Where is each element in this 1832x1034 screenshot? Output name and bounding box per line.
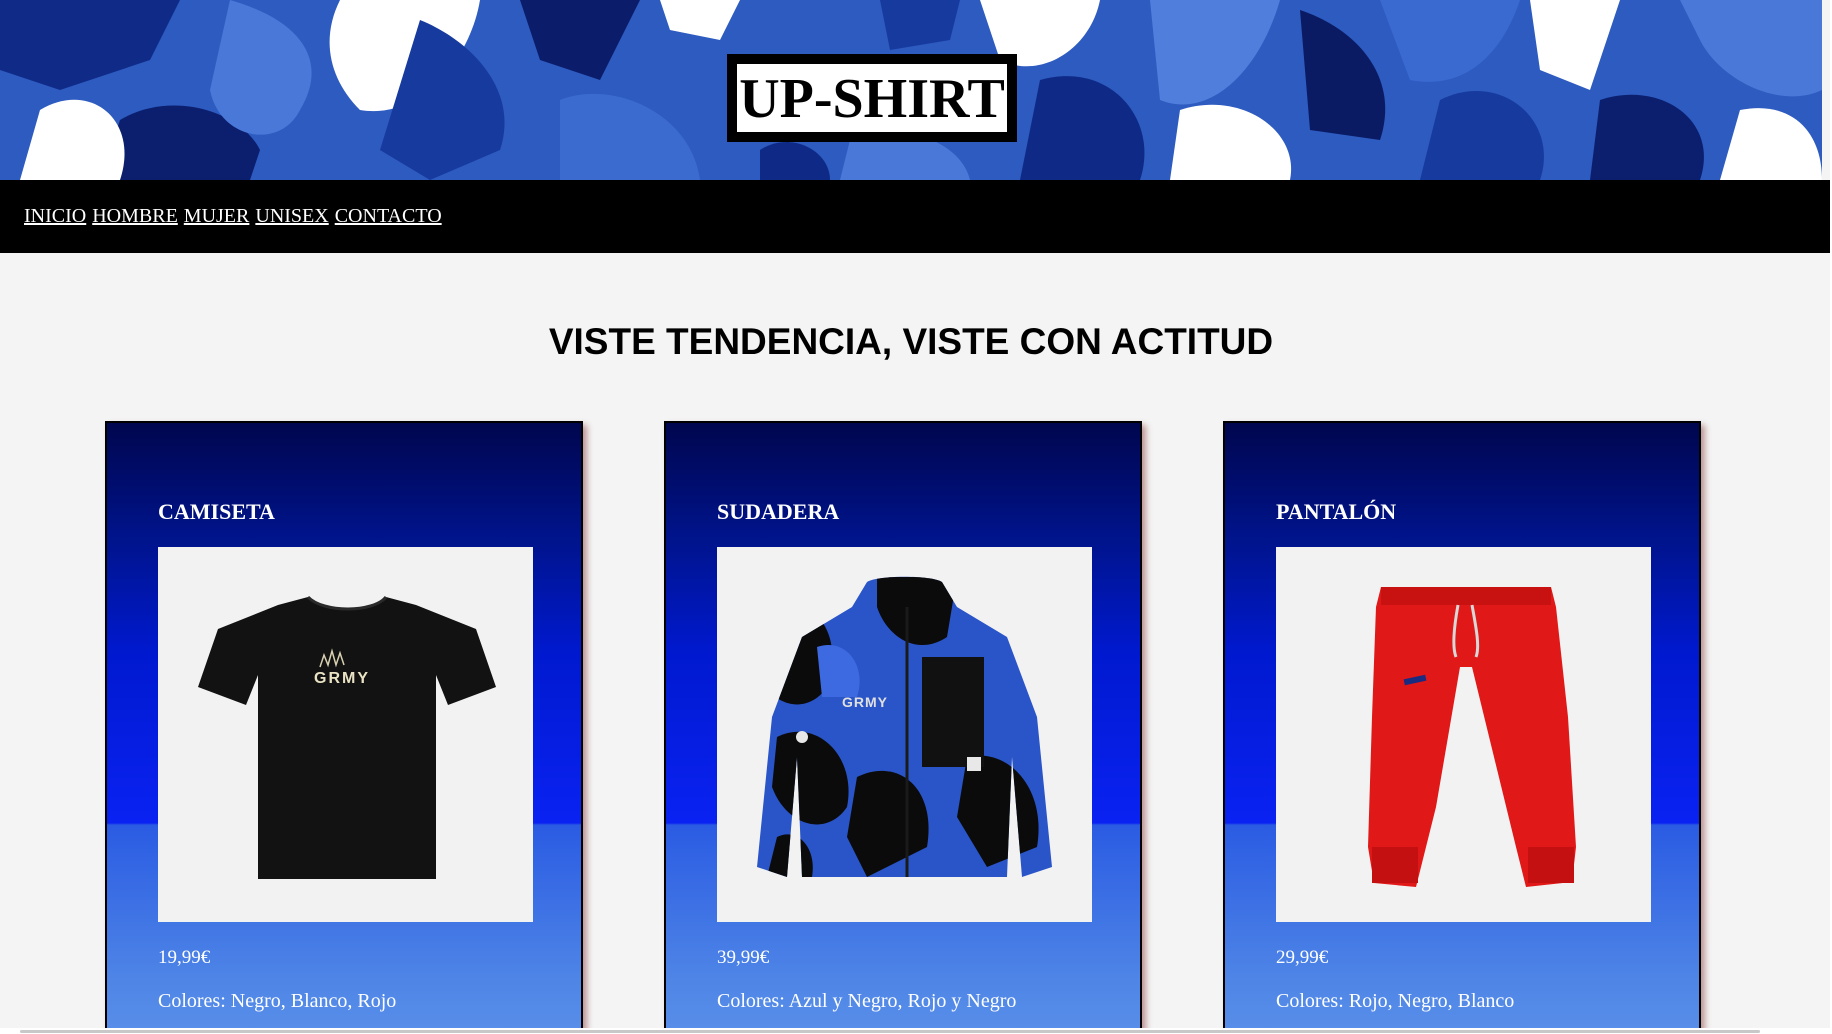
- product-colors: Colores: Rojo, Negro, Blanco: [1276, 990, 1515, 1012]
- nav-link-hombre[interactable]: HOMBRE: [92, 205, 178, 227]
- main-nav: INICIO HOMBRE MUJER UNISEX CONTACTO: [0, 180, 1830, 253]
- page: UP-SHIRT INICIO HOMBRE MUJER UNISEX CONT…: [0, 0, 1830, 1028]
- red-sweatpants-image[interactable]: [1276, 547, 1651, 922]
- black-tshirt-image[interactable]: GRMY: [158, 547, 533, 922]
- nav-list: INICIO HOMBRE MUJER UNISEX CONTACTO: [24, 204, 442, 228]
- product-colors: Colores: Negro, Blanco, Rojo: [158, 990, 397, 1012]
- header-banner: UP-SHIRT: [0, 0, 1822, 180]
- product-card-sudadera[interactable]: SUDADERA GRMY 39,99€ Colores: Azul y Neg…: [664, 421, 1142, 1028]
- browser-viewport: UP-SHIRT INICIO HOMBRE MUJER UNISEX CONT…: [0, 0, 1832, 1034]
- page-tagline: VISTE TENDENCIA, VISTE CON ACTITUD: [548, 321, 1274, 362]
- product-price: 39,99€: [717, 947, 770, 968]
- nav-item-contacto: CONTACTO: [335, 204, 442, 228]
- product-colors: Colores: Azul y Negro, Rojo y Negro: [717, 990, 1017, 1012]
- product-title: SUDADERA: [717, 499, 840, 524]
- horizontal-scrollbar[interactable]: [20, 1030, 1760, 1033]
- logo[interactable]: UP-SHIRT: [727, 54, 1017, 142]
- product-title: PANTALÓN: [1276, 499, 1397, 524]
- nav-item-mujer: MUJER: [184, 204, 250, 228]
- logo-text: UP-SHIRT: [737, 64, 1007, 132]
- product-price: 29,99€: [1276, 947, 1329, 968]
- product-price: 19,99€: [158, 947, 211, 968]
- nav-link-unisex[interactable]: UNISEX: [255, 205, 328, 227]
- svg-text:GRMY: GRMY: [842, 694, 888, 710]
- svg-text:GRMY: GRMY: [314, 670, 370, 687]
- nav-link-inicio[interactable]: INICIO: [24, 205, 86, 227]
- product-card-pantalon[interactable]: PANTALÓN 29,99€ Colores: Rojo, Negro, Bl…: [1223, 421, 1701, 1028]
- product-card-camiseta[interactable]: CAMISETA GRMY 19,99€ Colores: Negro, Bla…: [105, 421, 583, 1028]
- nav-item-hombre: HOMBRE: [92, 204, 178, 228]
- camo-zip-jacket-image[interactable]: GRMY: [717, 547, 1092, 922]
- tshirt-icon: GRMY: [158, 547, 533, 922]
- sweatpants-icon: [1276, 547, 1651, 922]
- nav-item-inicio: INICIO: [24, 204, 86, 228]
- jacket-icon: GRMY: [717, 547, 1092, 922]
- nav-item-unisex: UNISEX: [255, 204, 328, 228]
- nav-link-mujer[interactable]: MUJER: [184, 205, 250, 227]
- product-title: CAMISETA: [158, 499, 275, 524]
- nav-link-contacto[interactable]: CONTACTO: [335, 205, 442, 227]
